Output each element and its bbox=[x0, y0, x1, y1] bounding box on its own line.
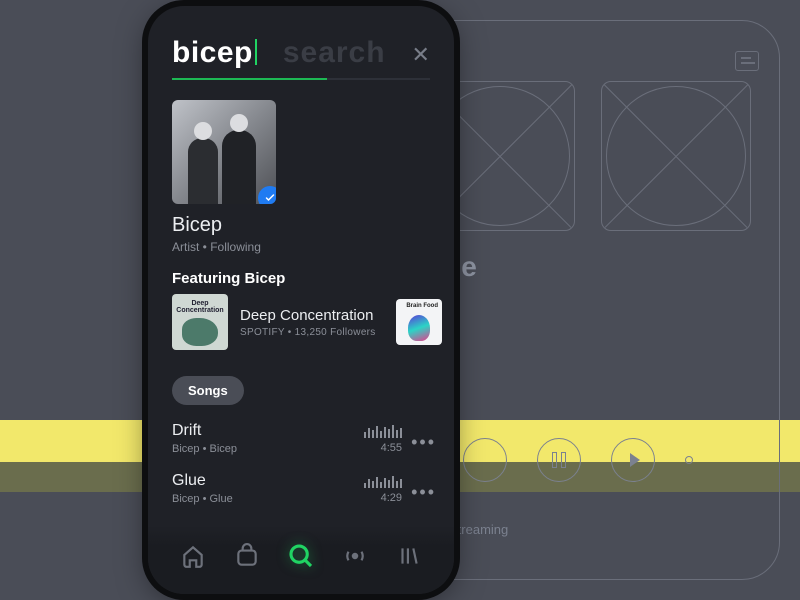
search-placeholder: search bbox=[283, 36, 386, 70]
playlist-thumb[interactable]: Deep Concentration bbox=[172, 294, 228, 350]
playlist-thumb-caption: Deep Concentration bbox=[172, 300, 228, 314]
pause-icon bbox=[537, 438, 581, 482]
bottom-tab-bar bbox=[148, 526, 454, 594]
playlist-item[interactable]: Deep Concentration SPOTIFY • 13,250 Foll… bbox=[240, 307, 384, 338]
playlist-thumb[interactable]: Brain Food bbox=[396, 299, 442, 345]
song-row[interactable]: Glue Bicep • Glue 4:29 ••• bbox=[172, 472, 436, 505]
more-icon[interactable]: ••• bbox=[411, 432, 436, 453]
repeat-icon bbox=[685, 456, 693, 464]
wire-album-placeholder bbox=[601, 81, 751, 231]
close-icon[interactable]: ✕ bbox=[412, 42, 430, 68]
prev-icon bbox=[463, 438, 507, 482]
text-cursor bbox=[255, 39, 257, 65]
search-input[interactable]: bicep bbox=[172, 36, 257, 70]
playlist-subtitle: SPOTIFY • 13,250 Followers bbox=[240, 327, 384, 338]
wireframe-phone: title ne Streaming bbox=[400, 20, 780, 580]
tab-library[interactable] bbox=[394, 541, 424, 571]
tab-browse[interactable] bbox=[232, 541, 262, 571]
song-row[interactable]: Drift Bicep • Bicep 4:55 ••• bbox=[172, 422, 436, 455]
top-result[interactable]: Bicep Artist • Following bbox=[172, 100, 276, 254]
search-underline bbox=[172, 78, 430, 80]
playlist-thumb-caption: Brain Food bbox=[406, 303, 438, 309]
wire-player-controls bbox=[425, 431, 755, 489]
tab-songs[interactable]: Songs bbox=[172, 376, 244, 405]
search-query: bicep bbox=[172, 36, 253, 69]
playlist-title: Deep Concentration bbox=[240, 307, 384, 324]
artist-photo bbox=[172, 100, 276, 204]
featuring-row: Deep Concentration Deep Concentration SP… bbox=[172, 294, 454, 350]
queue-icon bbox=[735, 51, 759, 71]
song-duration: 4:29 bbox=[381, 492, 402, 504]
equalizer-icon bbox=[364, 474, 402, 488]
song-duration: 4:55 bbox=[381, 442, 402, 454]
artist-name: Bicep bbox=[172, 214, 276, 237]
app-phone: bicep search ✕ Bicep Artist • Following … bbox=[148, 6, 454, 594]
equalizer-icon bbox=[364, 424, 402, 438]
wire-streaming-text: Streaming bbox=[449, 522, 508, 537]
tab-radio[interactable] bbox=[340, 541, 370, 571]
next-icon bbox=[611, 438, 655, 482]
tab-home[interactable] bbox=[178, 541, 208, 571]
artist-meta: Artist • Following bbox=[172, 240, 276, 254]
more-icon[interactable]: ••• bbox=[411, 482, 436, 503]
featuring-heading: Featuring Bicep bbox=[172, 270, 285, 287]
verified-badge-icon bbox=[258, 186, 276, 204]
tab-search[interactable] bbox=[286, 541, 316, 571]
